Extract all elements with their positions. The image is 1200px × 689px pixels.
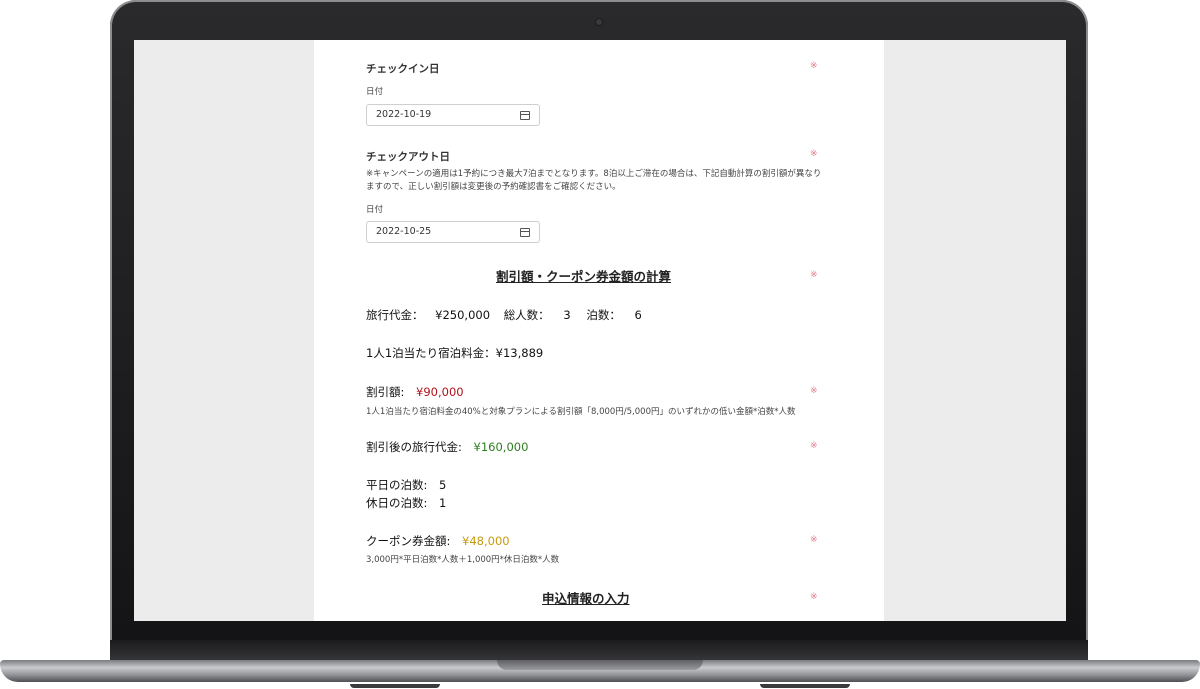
coupon-note: 3,000円*平日泊数*人数＋1,000円*休日泊数*人数: [366, 555, 560, 565]
coupon-label: クーポン券金額:: [366, 534, 451, 548]
weekday-nights-value: 5: [439, 478, 447, 492]
checkin-date-label: 日付: [366, 87, 384, 97]
weekday-nights-label: 平日の泊数:: [366, 478, 428, 492]
laptop-foot: [350, 684, 440, 688]
coupon-line: クーポン券金額: ¥48,000: [366, 533, 510, 549]
apply-required-mark: ※: [810, 592, 818, 602]
checkin-label: チェックイン日: [366, 63, 440, 75]
checkin-required-mark: ※: [810, 61, 818, 71]
coupon-required-mark: ※: [810, 535, 818, 545]
checkout-date-label: 日付: [366, 205, 384, 215]
travel-cost-value: ¥250,000: [435, 308, 491, 322]
discount-value: ¥90,000: [416, 385, 464, 399]
checkout-note-line1: ※キャンペーンの適用は1予約につき最大7泊までとなります。8泊以上ご滞在の場合は…: [366, 169, 822, 179]
camera-icon: [596, 19, 602, 25]
calendar-icon[interactable]: [520, 228, 530, 237]
discount-required-mark: ※: [810, 386, 818, 396]
checkin-date-input[interactable]: 2022-10-19: [366, 104, 540, 126]
nights-label: 泊数：: [586, 308, 621, 322]
calendar-icon[interactable]: [520, 111, 530, 120]
after-discount-label: 割引後の旅行代金:: [366, 440, 462, 454]
laptop-foot: [760, 684, 850, 688]
checkin-date-value: 2022-10-19: [376, 109, 432, 120]
per-person-value: ¥13,889: [495, 346, 544, 360]
coupon-value: ¥48,000: [462, 534, 510, 548]
form-page[interactable]: チェックイン日 ※ 日付 2022-10-19 チェックアウト日 ※ ※キャンペ…: [314, 40, 884, 621]
holiday-nights-line: 休日の泊数: 1: [366, 495, 446, 511]
per-person-label: 1人1泊当たり宿泊料金：: [366, 346, 496, 360]
calc-required-mark: ※: [810, 270, 818, 280]
people-label: 総人数：: [503, 308, 550, 322]
travel-summary-line: 旅行代金： ¥250,000 総人数： 3 泊数： 6: [366, 307, 642, 323]
travel-cost-label: 旅行代金：: [366, 308, 424, 322]
after-discount-required-mark: ※: [810, 441, 818, 451]
discount-note: 1人1泊当たり宿泊料金の40%と対象プランによる割引額「8,000円/5,000…: [366, 407, 796, 417]
holiday-nights-value: 1: [439, 496, 447, 510]
laptop-notch: [497, 660, 703, 670]
after-discount-line: 割引後の旅行代金: ¥160,000: [366, 439, 528, 455]
nights-value: 6: [634, 308, 642, 322]
discount-label: 割引額:: [366, 385, 405, 399]
screen: チェックイン日 ※ 日付 2022-10-19 チェックアウト日 ※ ※キャンペ…: [134, 40, 1066, 621]
checkout-note-line2: ますので、正しい割引額は変更後の予約確認書をご確認ください。: [366, 182, 621, 192]
holiday-nights-label: 休日の泊数:: [366, 496, 428, 510]
checkout-required-mark: ※: [810, 149, 818, 159]
discount-line: 割引額: ¥90,000: [366, 384, 464, 400]
people-value: 3: [563, 308, 571, 322]
checkout-date-input[interactable]: 2022-10-25: [366, 221, 540, 243]
per-person-line: 1人1泊当たり宿泊料金：¥13,889: [366, 345, 543, 361]
checkout-label: チェックアウト日: [366, 151, 450, 163]
after-discount-value: ¥160,000: [473, 440, 529, 454]
apply-section-title: 申込情報の入力: [542, 591, 630, 606]
checkout-date-value: 2022-10-25: [376, 226, 432, 237]
weekday-nights-line: 平日の泊数: 5: [366, 477, 446, 493]
calc-section-title: 割引額・クーポン券金額の計算: [496, 269, 672, 284]
